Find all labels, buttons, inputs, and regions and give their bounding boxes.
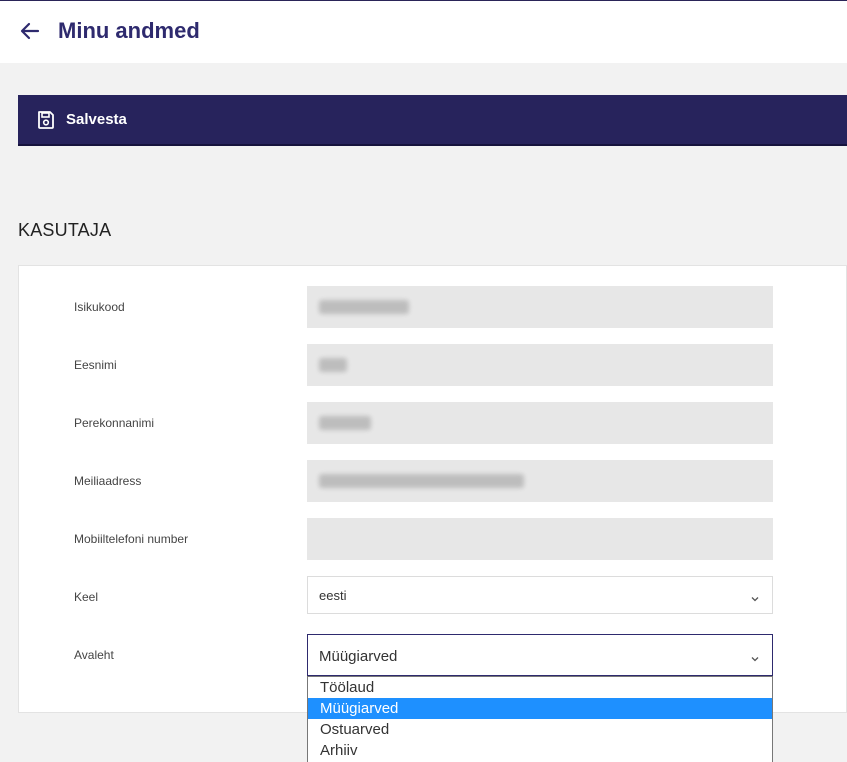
section-title: KASUTAJA [18, 220, 112, 240]
avaleht-select[interactable]: Müügiarved [307, 634, 773, 676]
eesnimi-label: Eesnimi [74, 358, 117, 372]
page-title: Minu andmed [58, 18, 200, 43]
redacted-value [319, 474, 524, 488]
isikukood-field [307, 286, 773, 328]
redacted-value [319, 416, 371, 430]
avaleht-label: Avaleht [74, 648, 114, 662]
avaleht-dropdown: Töölaud Müügiarved Ostuarved Arhiiv [307, 676, 773, 762]
option-ostuarved[interactable]: Ostuarved [308, 719, 772, 740]
toolbar: Salvesta [18, 95, 847, 146]
option-toolaud[interactable]: Töölaud [308, 677, 772, 698]
meiliaadress-field [307, 460, 773, 502]
mobiil-field [307, 518, 773, 560]
save-label: Salvesta [66, 111, 127, 128]
arrow-left-icon[interactable] [18, 19, 42, 43]
perekonnanimi-field [307, 402, 773, 444]
meiliaadress-label: Meiliaadress [74, 474, 142, 488]
chevron-down-icon [750, 591, 760, 602]
chevron-down-icon [750, 651, 760, 662]
keel-label: Keel [74, 590, 99, 604]
option-arhiiv[interactable]: Arhiiv [308, 740, 772, 761]
option-muugiarved[interactable]: Müügiarved [308, 698, 772, 719]
mobiil-label: Mobiiltelefoni number [74, 532, 189, 546]
page-header: Minu andmed [0, 1, 847, 63]
floppy-disk-icon [36, 110, 56, 130]
keel-select[interactable]: eesti [307, 576, 773, 614]
avaleht-value: Müügiarved [319, 648, 398, 665]
eesnimi-field [307, 344, 773, 386]
perekonnanimi-label: Perekonnanimi [74, 416, 155, 430]
isikukood-label: Isikukood [74, 300, 125, 314]
keel-value: eesti [319, 588, 347, 603]
redacted-value [319, 300, 409, 314]
save-button[interactable]: Salvesta [18, 95, 145, 144]
redacted-value [319, 358, 347, 372]
